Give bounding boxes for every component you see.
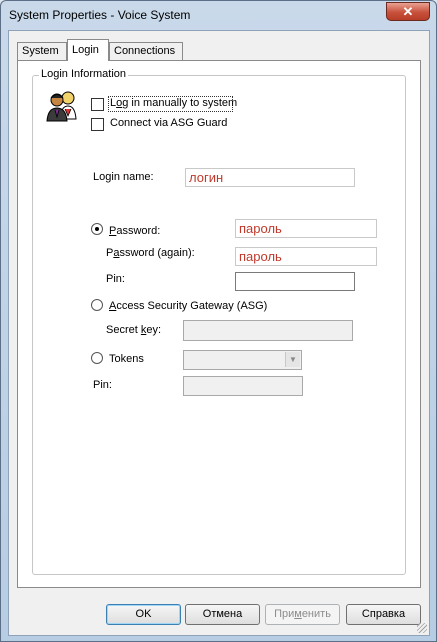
- password-radio[interactable]: [91, 223, 103, 235]
- tokens-radio-label: Tokens: [109, 353, 144, 365]
- asg-guard-checkbox[interactable]: [91, 118, 104, 131]
- password-pin-label: Pin:: [106, 273, 125, 285]
- tab-login[interactable]: Login: [67, 39, 109, 61]
- tab-connections[interactable]: Connections: [109, 42, 183, 61]
- asg-guard-label: Connect via ASG Guard: [110, 117, 228, 129]
- window-title: System Properties - Voice System: [9, 8, 191, 22]
- close-button[interactable]: ✕: [386, 2, 430, 21]
- password-pin-input[interactable]: [235, 272, 355, 291]
- apply-label-accel: м: [294, 608, 302, 620]
- login-name-label-part: Lo: [93, 171, 106, 183]
- manual-login-label: Log in manually to system: [110, 97, 237, 109]
- tab-label: Login: [72, 44, 99, 56]
- login-tab-panel: Login Information Log in manually to sys…: [17, 60, 421, 588]
- apply-label-part: енить: [301, 608, 331, 620]
- tab-system[interactable]: System: [17, 42, 67, 61]
- login-name-label: Login name:: [93, 171, 154, 183]
- tokens-select[interactable]: ▼: [183, 350, 302, 370]
- asg-radio-label: Access Security Gateway (ASG): [109, 300, 267, 312]
- asg-label-part: ccess Security Gateway (ASG): [116, 300, 268, 312]
- secret-key-label-part: Secret: [106, 324, 141, 336]
- tokens-pin-input[interactable]: [183, 376, 303, 396]
- dialog-window: System Properties - Voice System ✕ Syste…: [0, 0, 437, 642]
- cancel-button[interactable]: Отмена: [185, 604, 260, 625]
- login-name-label-part: in name:: [111, 171, 154, 183]
- secret-key-label-part: ey:: [146, 324, 162, 336]
- chevron-down-icon[interactable]: ▼: [285, 352, 300, 367]
- password-again-input[interactable]: пароль: [235, 247, 377, 266]
- login-name-input[interactable]: логин: [185, 168, 355, 187]
- password-again-label-part: ssword (again):: [119, 247, 195, 259]
- close-icon: ✕: [402, 4, 414, 19]
- apply-label-part: При: [274, 608, 295, 620]
- password-radio-label: Password:: [109, 225, 160, 237]
- dialog-client: System Login Connections Login Informati…: [8, 30, 430, 636]
- asg-radio[interactable]: [91, 299, 103, 311]
- tokens-pin-label: Pin:: [93, 379, 112, 391]
- manual-login-label-part: g in manually to system: [122, 97, 238, 109]
- apply-button[interactable]: Применить: [265, 604, 340, 625]
- group-title: Login Information: [39, 68, 128, 80]
- tab-label: System: [22, 45, 59, 57]
- ok-button[interactable]: OK: [106, 604, 181, 625]
- secret-key-input[interactable]: [183, 320, 353, 341]
- manual-login-checkbox[interactable]: [91, 98, 104, 111]
- title-bar[interactable]: System Properties - Voice System ✕: [1, 1, 436, 30]
- tokens-radio[interactable]: [91, 352, 103, 364]
- help-button[interactable]: Справка: [346, 604, 421, 625]
- login-information-group: Login Information Log in manually to sys…: [32, 68, 406, 575]
- users-icon: [46, 91, 77, 122]
- password-label-part: assword:: [116, 225, 161, 237]
- tab-label: Connections: [114, 45, 176, 57]
- password-again-label: Password (again):: [106, 247, 195, 259]
- password-input[interactable]: пароль: [235, 219, 377, 238]
- resize-grip-icon[interactable]: [417, 623, 427, 633]
- secret-key-label: Secret key:: [106, 324, 161, 336]
